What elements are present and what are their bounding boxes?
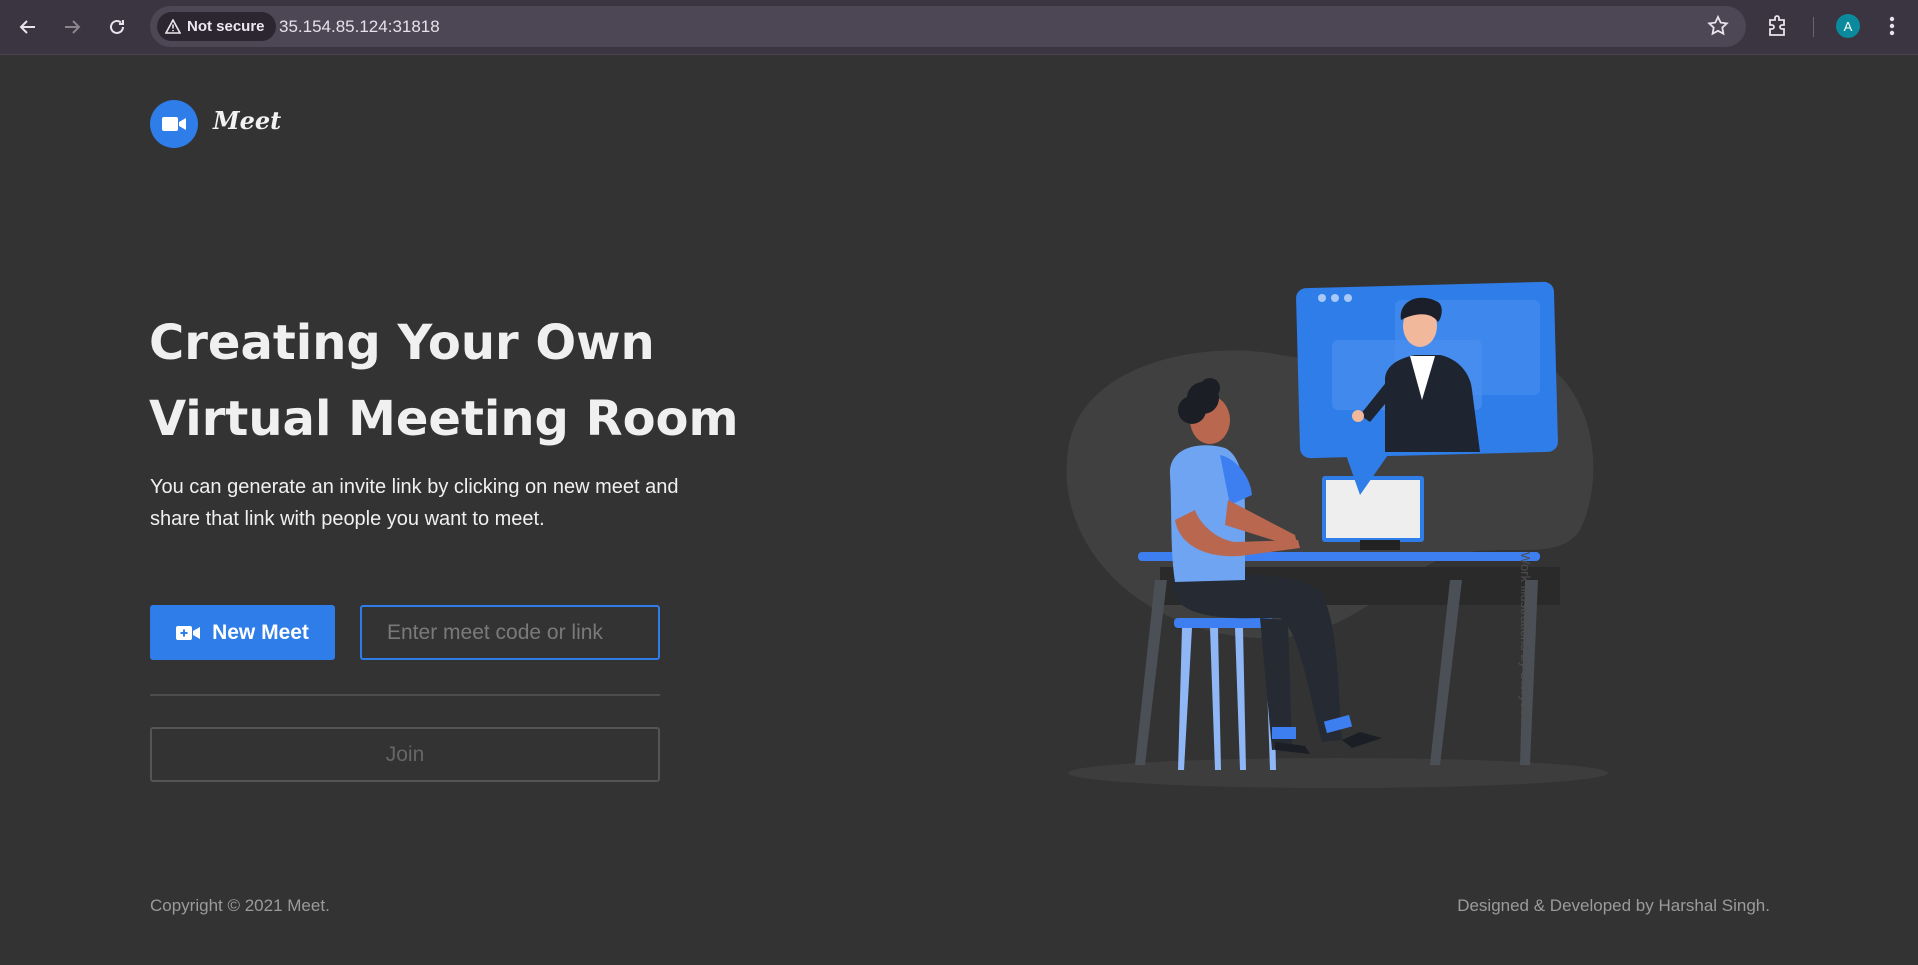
logo-text[interactable]: Meet [213,106,281,135]
address-bar[interactable]: Not secure 35.154.85.124:31818 [150,6,1746,47]
illustration-credit[interactable]: Work illustrations by Storyset [1518,552,1533,719]
video-plus-icon [176,625,201,640]
reload-icon [110,19,124,34]
footer-credit: Designed & Developed by Harshal Singh. [1457,896,1770,915]
new-meet-label: New Meet [212,620,309,644]
toolbar-divider [1813,17,1814,37]
browser-toolbar: Not secure 35.154.85.124:31818 A [0,0,1918,55]
divider [150,694,660,696]
meet-code-input[interactable] [360,605,660,660]
profile-avatar[interactable]: A [1836,14,1860,38]
reload-button[interactable] [103,13,131,41]
url-text[interactable]: 35.154.85.124:31818 [279,6,440,47]
title-line-1: Creating Your Own [149,315,655,371]
join-button[interactable]: Join [150,727,660,782]
meeting-illustration [1066,281,1608,788]
security-label: Not secure [187,18,265,35]
page-title: Creating Your Own Virtual Meeting Room [149,305,769,457]
stool-seat [1174,618,1274,628]
browser-menu-icon[interactable] [1889,14,1895,43]
logo-icon[interactable] [150,100,198,148]
extensions-puzzle-icon[interactable] [1766,13,1790,44]
security-chip[interactable]: Not secure [157,12,276,41]
forward-arrow-icon [65,20,81,34]
profile-initial: A [1843,18,1853,34]
warning-icon [165,19,181,34]
footer-copyright: Copyright © 2021 Meet. [150,896,330,915]
back-button[interactable] [14,13,42,41]
person-legs [1171,574,1342,742]
forward-button[interactable] [58,13,86,41]
video-camera-icon [162,117,186,131]
title-line-2: Virtual Meeting Room [149,391,739,447]
back-arrow-icon [19,20,35,34]
page-subtitle: You can generate an invite link by click… [150,476,679,530]
new-meet-button[interactable]: New Meet [150,605,335,660]
bookmark-star-icon[interactable] [1706,14,1730,43]
